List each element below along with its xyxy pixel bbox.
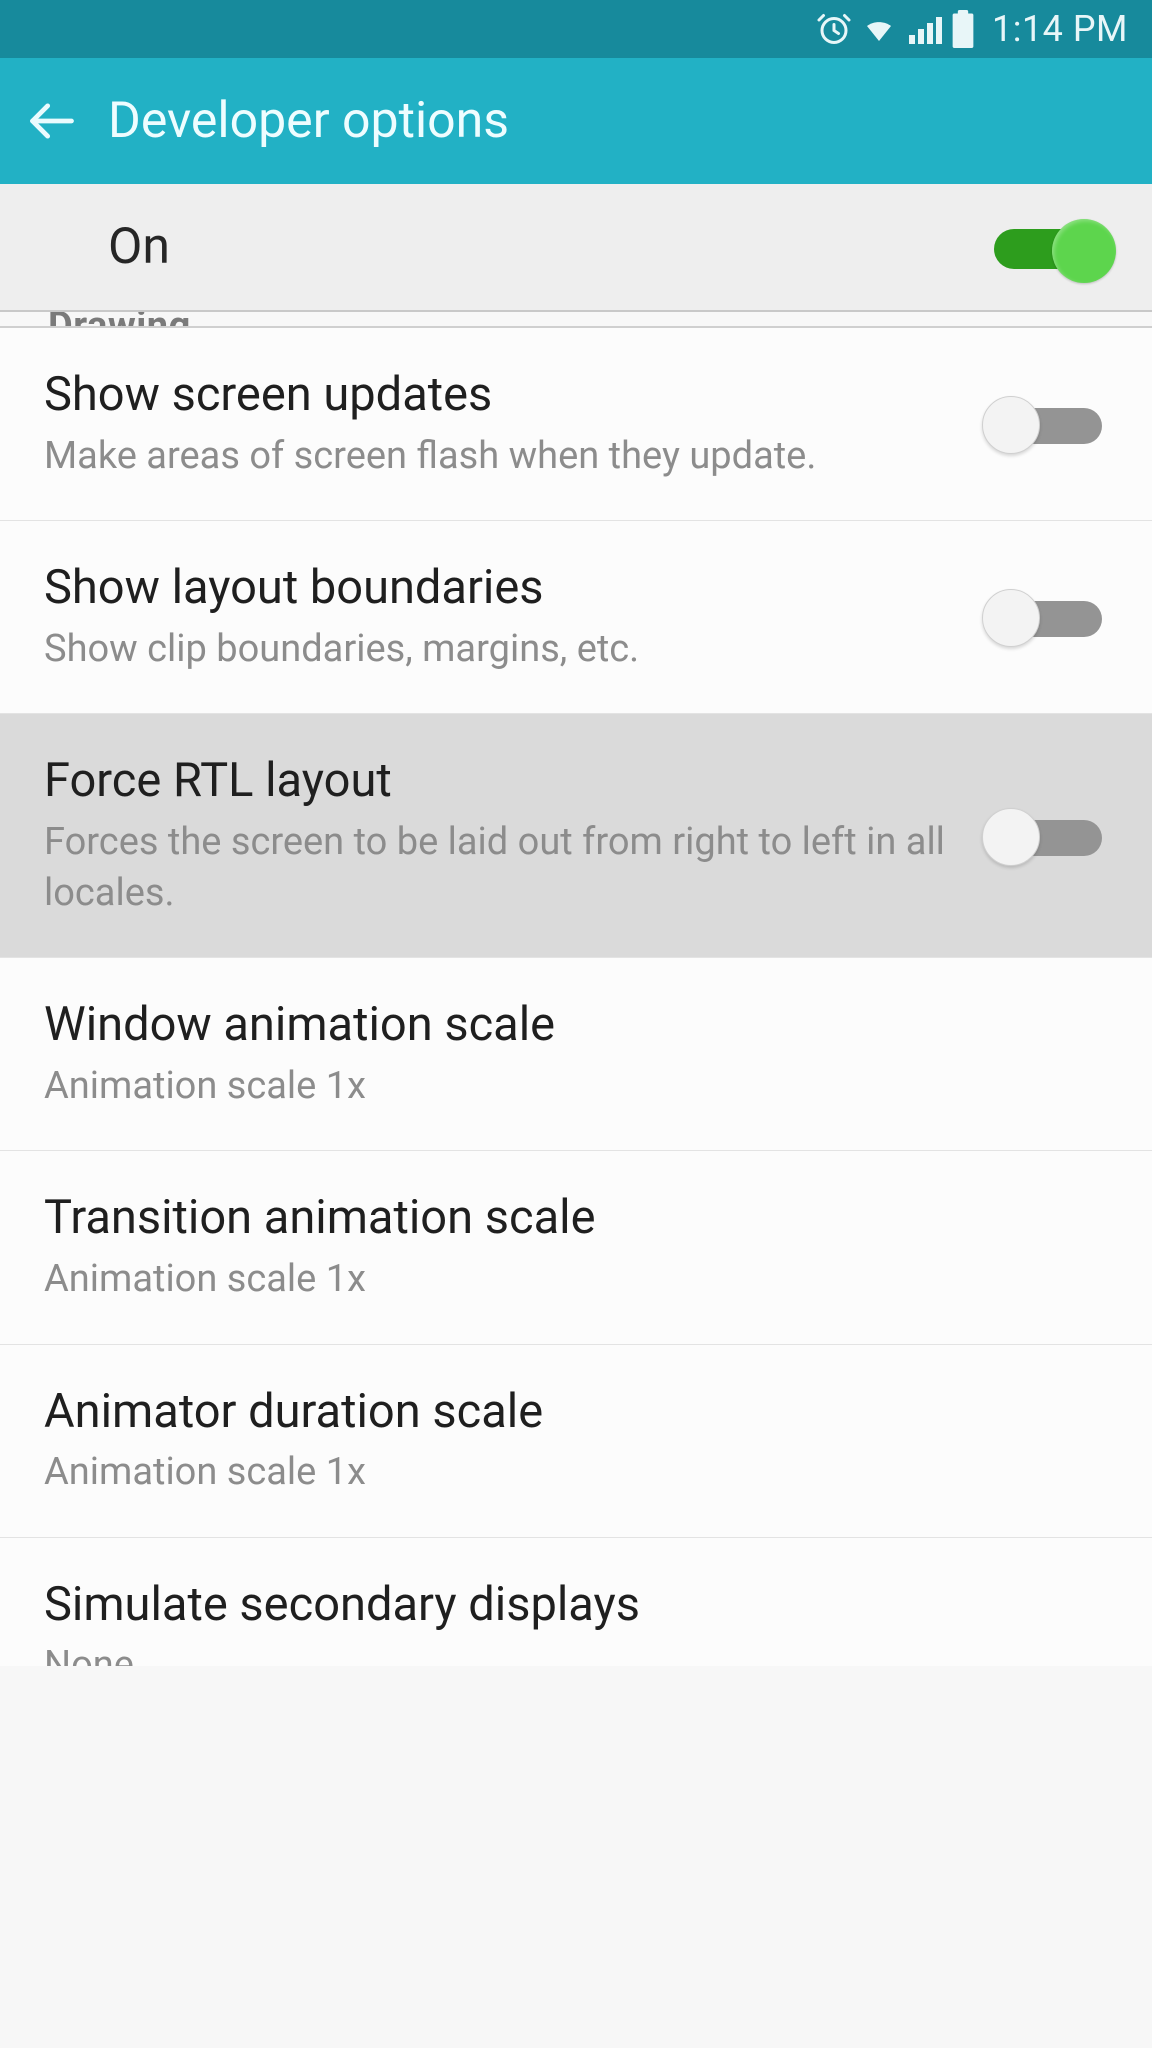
- row-sub: Show clip boundaries, margins, etc.: [44, 624, 968, 675]
- row-sub: Make areas of screen flash when they upd…: [44, 431, 968, 482]
- row-title: Show screen updates: [44, 366, 968, 425]
- row-animator-duration-scale[interactable]: Animator duration scale Animation scale …: [0, 1345, 1152, 1538]
- row-sub: None: [44, 1640, 1088, 1666]
- row-show-screen-updates[interactable]: Show screen updates Make areas of screen…: [0, 328, 1152, 521]
- alarm-icon: [816, 11, 852, 47]
- wifi-icon: [860, 11, 898, 47]
- master-switch-label: On: [108, 218, 170, 276]
- row-window-animation-scale[interactable]: Window animation scale Animation scale 1…: [0, 958, 1152, 1151]
- toggle-show-layout-boundaries[interactable]: [988, 591, 1108, 643]
- section-header: Drawing: [0, 312, 1152, 328]
- status-time: 1:14 PM: [992, 8, 1128, 50]
- row-force-rtl-layout[interactable]: Force RTL layout Forces the screen to be…: [0, 714, 1152, 958]
- row-sub: Animation scale 1x: [44, 1254, 1088, 1305]
- toggle-master[interactable]: [988, 221, 1108, 273]
- row-title: Transition animation scale: [44, 1189, 1088, 1248]
- toggle-force-rtl[interactable]: [988, 810, 1108, 862]
- row-title: Window animation scale: [44, 996, 1088, 1055]
- row-sub: Animation scale 1x: [44, 1061, 1088, 1112]
- row-transition-animation-scale[interactable]: Transition animation scale Animation sca…: [0, 1151, 1152, 1344]
- master-switch-row[interactable]: On: [0, 184, 1152, 312]
- status-bar: 1:14 PM: [0, 0, 1152, 58]
- row-show-layout-boundaries[interactable]: Show layout boundaries Show clip boundar…: [0, 521, 1152, 714]
- settings-list: Show screen updates Make areas of screen…: [0, 328, 1152, 1666]
- status-icons: [816, 10, 976, 48]
- row-sub: Animation scale 1x: [44, 1447, 1088, 1498]
- page-title: Developer options: [108, 92, 509, 150]
- row-title: Animator duration scale: [44, 1383, 1088, 1442]
- row-title: Show layout boundaries: [44, 559, 968, 618]
- toggle-show-screen-updates[interactable]: [988, 398, 1108, 450]
- row-title: Force RTL layout: [44, 752, 968, 811]
- signal-icon: [906, 11, 942, 47]
- row-sub: Forces the screen to be laid out from ri…: [44, 817, 968, 920]
- battery-icon: [950, 10, 976, 48]
- row-title: Simulate secondary displays: [44, 1576, 1088, 1635]
- back-arrow-icon[interactable]: [26, 95, 78, 147]
- row-simulate-secondary-displays[interactable]: Simulate secondary displays None: [0, 1538, 1152, 1667]
- app-bar: Developer options: [0, 58, 1152, 184]
